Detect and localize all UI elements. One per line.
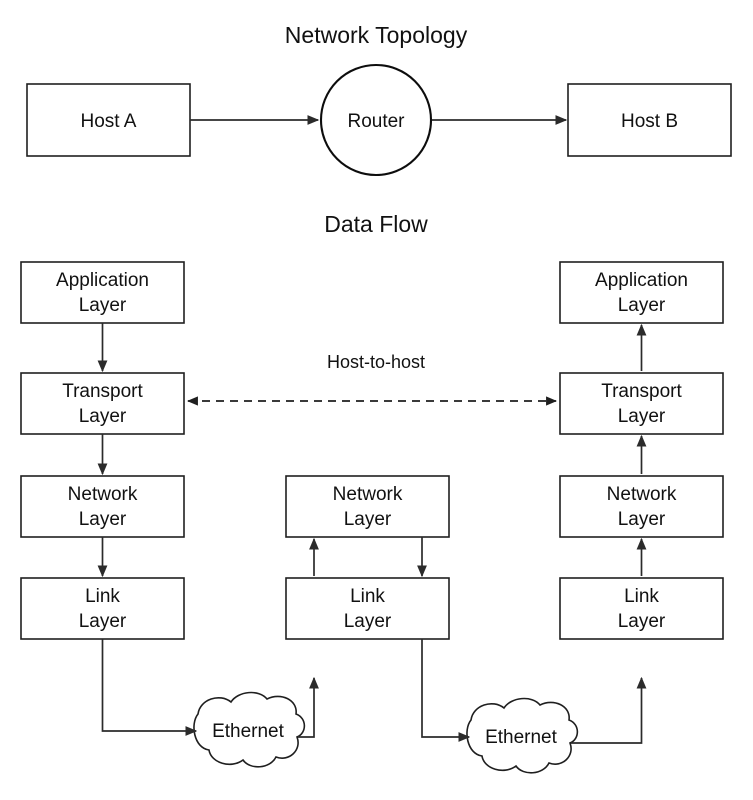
middle-link-layer-label-line2: Layer xyxy=(344,611,392,632)
right-application-layer-label-line1: Application xyxy=(595,270,688,291)
topology-title: Network Topology xyxy=(285,22,468,48)
edge-ethernet-right-to-right-link xyxy=(571,676,647,744)
left-link-layer-label-line2: Layer xyxy=(79,611,127,632)
right-transport-layer-label-line2: Layer xyxy=(618,406,666,427)
ethernet-left-cloud-group: Ethernet xyxy=(193,691,306,768)
host-a-label: Host A xyxy=(81,111,137,132)
router-label: Router xyxy=(347,111,405,132)
left-application-layer-label-line2: Layer xyxy=(79,295,127,316)
right-application-layer-label-line2: Layer xyxy=(618,295,666,316)
ethernet-right-cloud-group: Ethernet xyxy=(466,697,579,774)
right-network-layer-label-line1: Network xyxy=(607,484,677,505)
left-application-layer-label-line1: Application xyxy=(56,270,149,291)
left-network-layer-label-line2: Layer xyxy=(79,509,127,530)
host-to-host-label: Host-to-host xyxy=(327,352,425,372)
dataflow-title: Data Flow xyxy=(324,211,428,237)
ethernet-left-label: Ethernet xyxy=(212,721,285,742)
left-link-layer-label-line1: Link xyxy=(85,586,120,607)
right-transport-layer-label-line1: Transport xyxy=(601,381,682,402)
host-b-label: Host B xyxy=(621,111,678,132)
ethernet-right-label: Ethernet xyxy=(485,727,558,748)
left-transport-layer-label-line2: Layer xyxy=(79,406,127,427)
middle-link-layer-label-line1: Link xyxy=(350,586,385,607)
left-network-layer-label-line1: Network xyxy=(68,484,138,505)
middle-network-layer-label-line1: Network xyxy=(333,484,403,505)
middle-network-layer-label-line2: Layer xyxy=(344,509,392,530)
right-link-layer-label-line2: Layer xyxy=(618,611,666,632)
network-diagram: Network Topology Host A Router Host B Da… xyxy=(0,0,753,800)
right-link-layer-label-line1: Link xyxy=(624,586,659,607)
edge-middle-link-to-ethernet-right xyxy=(421,639,471,742)
left-transport-layer-label-line1: Transport xyxy=(62,381,143,402)
edge-left-link-to-ethernet-left xyxy=(101,639,198,736)
right-network-layer-label-line2: Layer xyxy=(618,509,666,530)
